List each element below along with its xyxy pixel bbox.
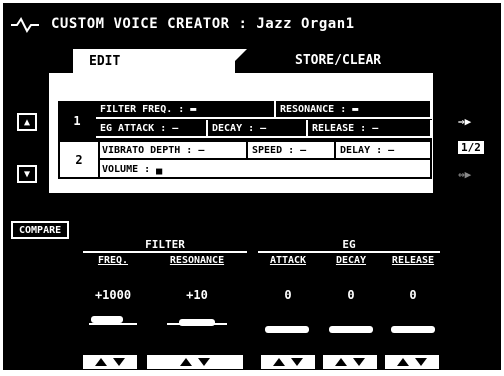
release-up-down-button[interactable] <box>385 355 439 369</box>
attack-label: ATTACK <box>269 255 307 266</box>
filter-freq-cell: FILTER FREQ. : ▬ <box>96 101 276 119</box>
page-arrow-disabled-icon: ⇔▶ <box>458 168 472 181</box>
decay-up-down-button[interactable] <box>323 355 377 369</box>
up-triangle-icon <box>397 358 409 366</box>
slider-thumb[interactable] <box>179 319 215 326</box>
decay-cell: DECAY : — <box>208 120 308 138</box>
eg-section-label: EG <box>342 238 356 251</box>
down-triangle-icon <box>198 358 210 366</box>
release-value: 0 <box>409 288 417 302</box>
eg-attack-cell: EG ATTACK : — <box>96 120 208 138</box>
filter-freq-value: +1000 <box>94 288 132 302</box>
speed-cell: SPEED : — <box>248 142 336 160</box>
up-triangle-icon <box>273 358 285 366</box>
slider-thumb[interactable] <box>391 326 435 333</box>
tab-store-clear[interactable]: STORE/CLEAR <box>235 49 435 73</box>
tab-edit[interactable]: EDIT <box>73 49 235 73</box>
filter-freq-label: FREQ. <box>97 255 129 266</box>
scroll-down-button[interactable]: ▼ <box>17 165 37 183</box>
down-triangle-icon <box>113 358 125 366</box>
tab-store-clear-label: STORE/CLEAR <box>295 53 382 68</box>
page-next-button[interactable]: ⇒▶ <box>458 115 471 128</box>
row-number: 1 <box>73 113 81 128</box>
release-cell: RELEASE : — <box>308 120 432 138</box>
row-number: 2 <box>60 142 100 177</box>
down-arrow-icon: ▼ <box>23 168 31 180</box>
eg-rule <box>258 251 440 253</box>
slider-track <box>89 323 137 325</box>
parameter-table: 1 FILTER FREQ. : ▬ RESONANCE : ▬ EG ATTA… <box>58 101 432 179</box>
filter-rule <box>83 251 247 253</box>
waveform-icon <box>11 17 39 33</box>
up-triangle-icon <box>180 358 192 366</box>
page-prev-button[interactable]: ⇔▶ <box>458 168 471 181</box>
volume-cell: VOLUME : ▄ <box>102 163 163 175</box>
resonance-value: +10 <box>186 288 208 302</box>
resonance-up-down-button[interactable] <box>147 355 243 369</box>
decay-label: DECAY <box>335 255 367 266</box>
filter-section-label: FILTER <box>145 238 185 251</box>
release-label: RELEASE <box>391 255 435 266</box>
up-triangle-icon <box>335 358 347 366</box>
down-triangle-icon <box>353 358 365 366</box>
delay-cell: DELAY : — <box>336 142 430 160</box>
slider-thumb[interactable] <box>265 326 309 333</box>
up-arrow-icon: ▲ <box>23 116 31 128</box>
attack-up-down-button[interactable] <box>261 355 315 369</box>
tab-edit-label: EDIT <box>89 54 121 69</box>
slider-thumb[interactable] <box>91 316 123 323</box>
lcd-screen: CUSTOM VOICE CREATOR : Jazz Organ1 EDIT … <box>3 3 501 370</box>
resonance-cell: RESONANCE : ▬ <box>276 101 432 119</box>
decay-value: 0 <box>347 288 355 302</box>
slider-thumb[interactable] <box>329 326 373 333</box>
page-indicator: 1/2 <box>458 141 484 154</box>
down-triangle-icon <box>415 358 427 366</box>
resonance-label: RESONANCE <box>169 255 225 266</box>
scroll-up-button[interactable]: ▲ <box>17 113 37 131</box>
attack-value: 0 <box>284 288 292 302</box>
title-bar: CUSTOM VOICE CREATOR : Jazz Organ1 <box>3 3 501 43</box>
page-arrow-icon: ⇒▶ <box>458 115 472 128</box>
filter-freq-up-down-button[interactable] <box>83 355 137 369</box>
tab-bar: EDIT STORE/CLEAR <box>73 49 435 73</box>
screen-title: CUSTOM VOICE CREATOR : Jazz Organ1 <box>51 16 355 32</box>
vibrato-depth-cell: VIBRATO DEPTH : — <box>98 142 248 160</box>
up-triangle-icon <box>95 358 107 366</box>
compare-label: COMPARE <box>19 224 62 236</box>
down-triangle-icon <box>291 358 303 366</box>
parameter-row-1[interactable]: 1 FILTER FREQ. : ▬ RESONANCE : ▬ EG ATTA… <box>58 101 432 140</box>
parameter-row-2[interactable]: 2 VIBRATO DEPTH : — SPEED : — DELAY : — … <box>58 140 432 179</box>
compare-button[interactable]: COMPARE <box>11 221 70 239</box>
